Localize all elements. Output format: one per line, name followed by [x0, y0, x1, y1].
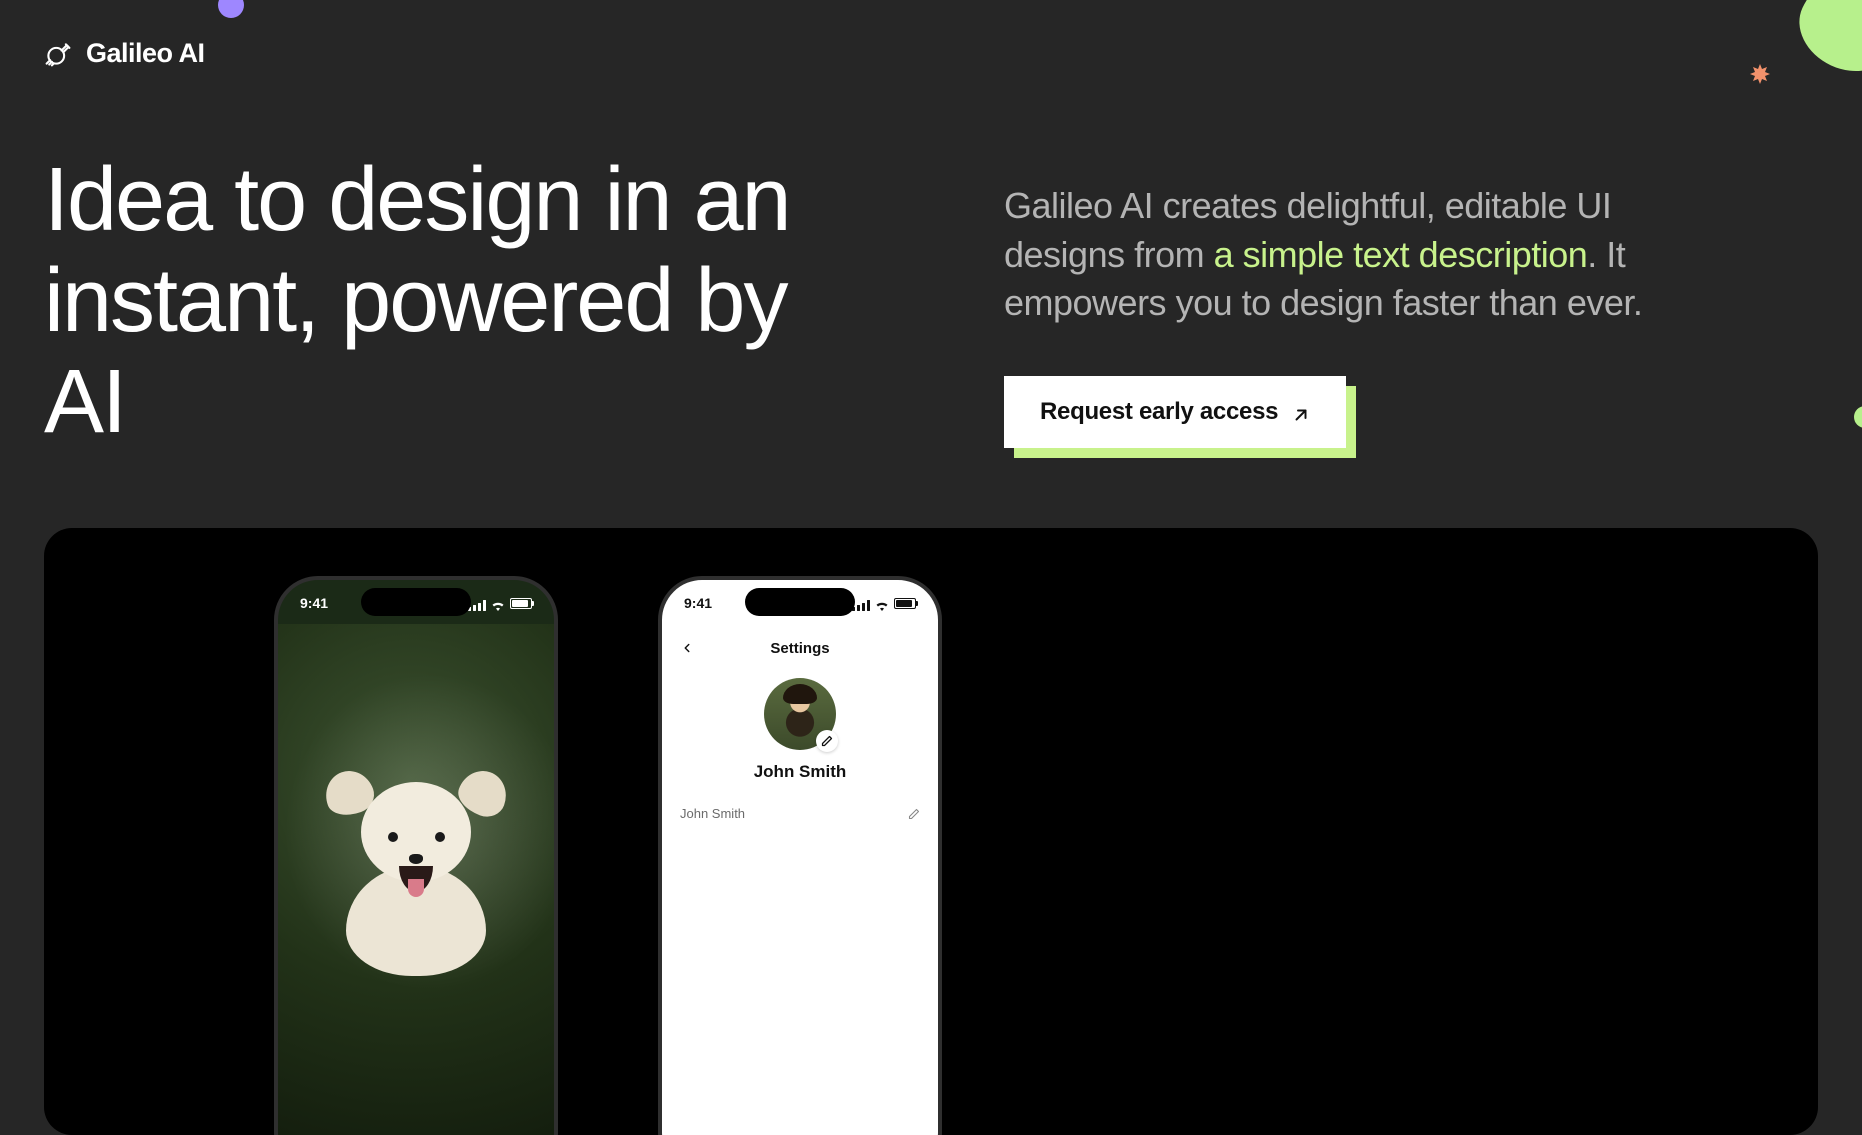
battery-icon [510, 598, 532, 609]
dog-illustration [321, 756, 511, 946]
decoration-purple-dot [218, 0, 244, 18]
edit-avatar-badge[interactable] [816, 730, 838, 752]
wifi-icon [874, 598, 890, 609]
phone-time: 9:41 [684, 595, 712, 611]
battery-icon [894, 598, 916, 609]
settings-header: Settings [680, 636, 920, 660]
request-early-access-button[interactable]: Request early access [1004, 376, 1346, 448]
hero-description: Galileo AI creates delightful, editable … [1004, 182, 1724, 328]
cta-wrap: Request early access [1004, 376, 1346, 448]
arrow-up-right-icon [1292, 403, 1310, 421]
cta-label: Request early access [1040, 398, 1278, 426]
avatar-wrap [764, 678, 836, 750]
hero-title: Idea to design in an instant, powered by… [44, 150, 824, 452]
site-header: Galileo AI [44, 38, 205, 69]
settings-title: Settings [770, 640, 829, 657]
decoration-green-dot [1854, 406, 1862, 428]
profile-name: John Smith [680, 762, 920, 782]
back-icon[interactable] [680, 641, 694, 655]
phone-status-icons [852, 598, 916, 609]
logo-text[interactable]: Galileo AI [86, 38, 205, 69]
hero-desc-accent: a simple text description [1214, 234, 1588, 275]
wifi-icon [490, 598, 506, 609]
phone-dark-image [278, 624, 554, 1135]
phone-status-icons [468, 598, 532, 609]
decoration-orange-star [1748, 64, 1772, 88]
settings-screen: Settings John Smith John Smith [662, 624, 938, 1135]
showcase-panel: 9:41 [44, 528, 1818, 1135]
logo-icon [44, 40, 72, 68]
decoration-green-blob [1786, 0, 1862, 86]
hero-section: Idea to design in an instant, powered by… [44, 150, 1818, 452]
settings-row[interactable]: John Smith [680, 800, 920, 827]
hero-right: Galileo AI creates delightful, editable … [1004, 150, 1724, 452]
hero-left: Idea to design in an instant, powered by… [44, 150, 824, 452]
phone-notch [745, 588, 855, 616]
edit-icon [908, 808, 920, 820]
phone-mockup-dark: 9:41 [274, 576, 558, 1135]
phone-notch [361, 588, 471, 616]
phone-time: 9:41 [300, 595, 328, 611]
phone-mockup-light: 9:41 Settings [658, 576, 942, 1135]
settings-row-label: John Smith [680, 806, 745, 821]
